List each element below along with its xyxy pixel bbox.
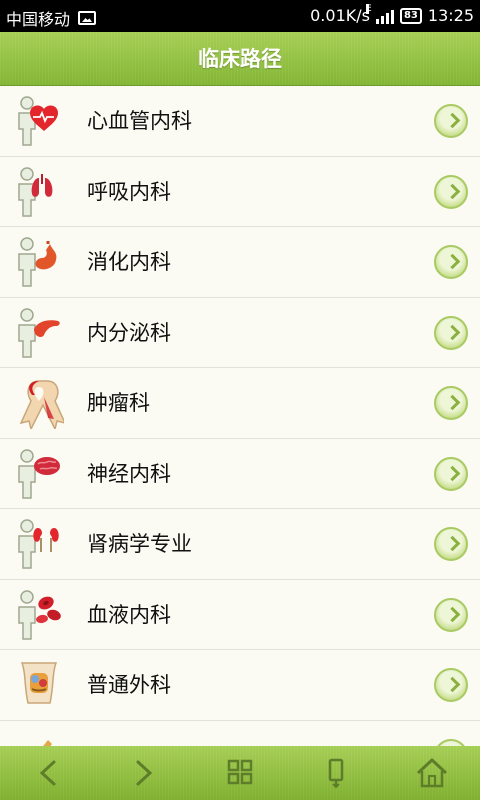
list-item-label: 呼吸内科 (87, 179, 171, 204)
list-item-nephrology[interactable]: 肾病学专业 (0, 509, 480, 580)
network-speed: 0.01K/s (310, 6, 370, 25)
chevron-right-icon[interactable] (434, 104, 468, 138)
lungs-icon (18, 166, 53, 217)
chevron-right-icon[interactable] (434, 738, 468, 746)
brain-icon (18, 448, 60, 499)
list-item-label: 普通外科 (87, 673, 171, 697)
list-item-label: 神经内科 (87, 461, 171, 486)
title-bar: 临床路径 (0, 32, 480, 86)
list-item-label: 心血管内科 (87, 109, 192, 133)
list-item-label: 血液内科 (87, 602, 171, 627)
list-item-label: 消化内科 (87, 250, 171, 274)
battery-icon: 83 (399, 7, 422, 24)
list-item-general-surgery[interactable]: 普通外科 (0, 650, 480, 721)
chevron-right-icon[interactable] (434, 245, 468, 279)
chevron-right-icon[interactable] (434, 174, 468, 209)
network-type: E (365, 3, 372, 14)
phone-icon[interactable] (316, 754, 356, 792)
chevron-right-icon[interactable] (434, 597, 468, 632)
grid-icon[interactable] (220, 754, 260, 792)
list-item-respiratory[interactable]: 呼吸内科 (0, 156, 480, 227)
chevron-right-icon[interactable] (434, 668, 468, 702)
list-item-neurology[interactable]: 神经内科 (0, 438, 480, 509)
chevron-left-icon[interactable] (28, 754, 68, 792)
list-item-endocrinology[interactable]: 内分泌科 (0, 297, 480, 368)
image-notification-icon (78, 11, 97, 25)
pancreas-icon (18, 307, 60, 358)
chevron-right-icon[interactable] (434, 386, 468, 420)
carrier-name: 中国移动 (6, 10, 71, 29)
clock: 13:25 (427, 6, 474, 25)
list-item-label: 肿瘤科 (87, 391, 150, 415)
bottom-nav (0, 746, 480, 800)
list-item-label: 肾病学专业 (87, 532, 192, 556)
signal-icon: E (365, 3, 394, 24)
ribbon-icon (19, 380, 64, 429)
list-item-partial[interactable] (0, 720, 480, 746)
list-item-cardiology[interactable]: 心血管内科 (0, 86, 480, 157)
chevron-right-icon[interactable] (434, 315, 468, 350)
home-icon[interactable] (412, 754, 452, 792)
list-item-hematology[interactable]: 血液内科 (0, 579, 480, 650)
department-list[interactable]: 心血管内科 呼吸内科 消化内科 内分泌科 肿瘤科 神经内科 肾病学专业 血液内科… (0, 86, 480, 746)
heart-icon (18, 96, 58, 146)
list-item-label: 内分泌科 (87, 320, 171, 345)
blood-cells-icon (18, 589, 61, 640)
chevron-right-icon[interactable] (434, 527, 468, 561)
page-title: 临床路径 (198, 47, 282, 71)
status-bar: 中国移动 0.01K/s E 83 13:25 (0, 0, 480, 32)
abdomen-icon (20, 662, 58, 704)
chevron-right-icon[interactable] (124, 754, 164, 792)
stomach-icon (18, 237, 57, 287)
chevron-right-icon[interactable] (434, 456, 468, 491)
list-item-oncology[interactable]: 肿瘤科 (0, 368, 480, 439)
kidney-icon (18, 519, 59, 569)
list-item-gastroenterology[interactable]: 消化内科 (0, 227, 480, 298)
partial-icon (42, 739, 52, 746)
